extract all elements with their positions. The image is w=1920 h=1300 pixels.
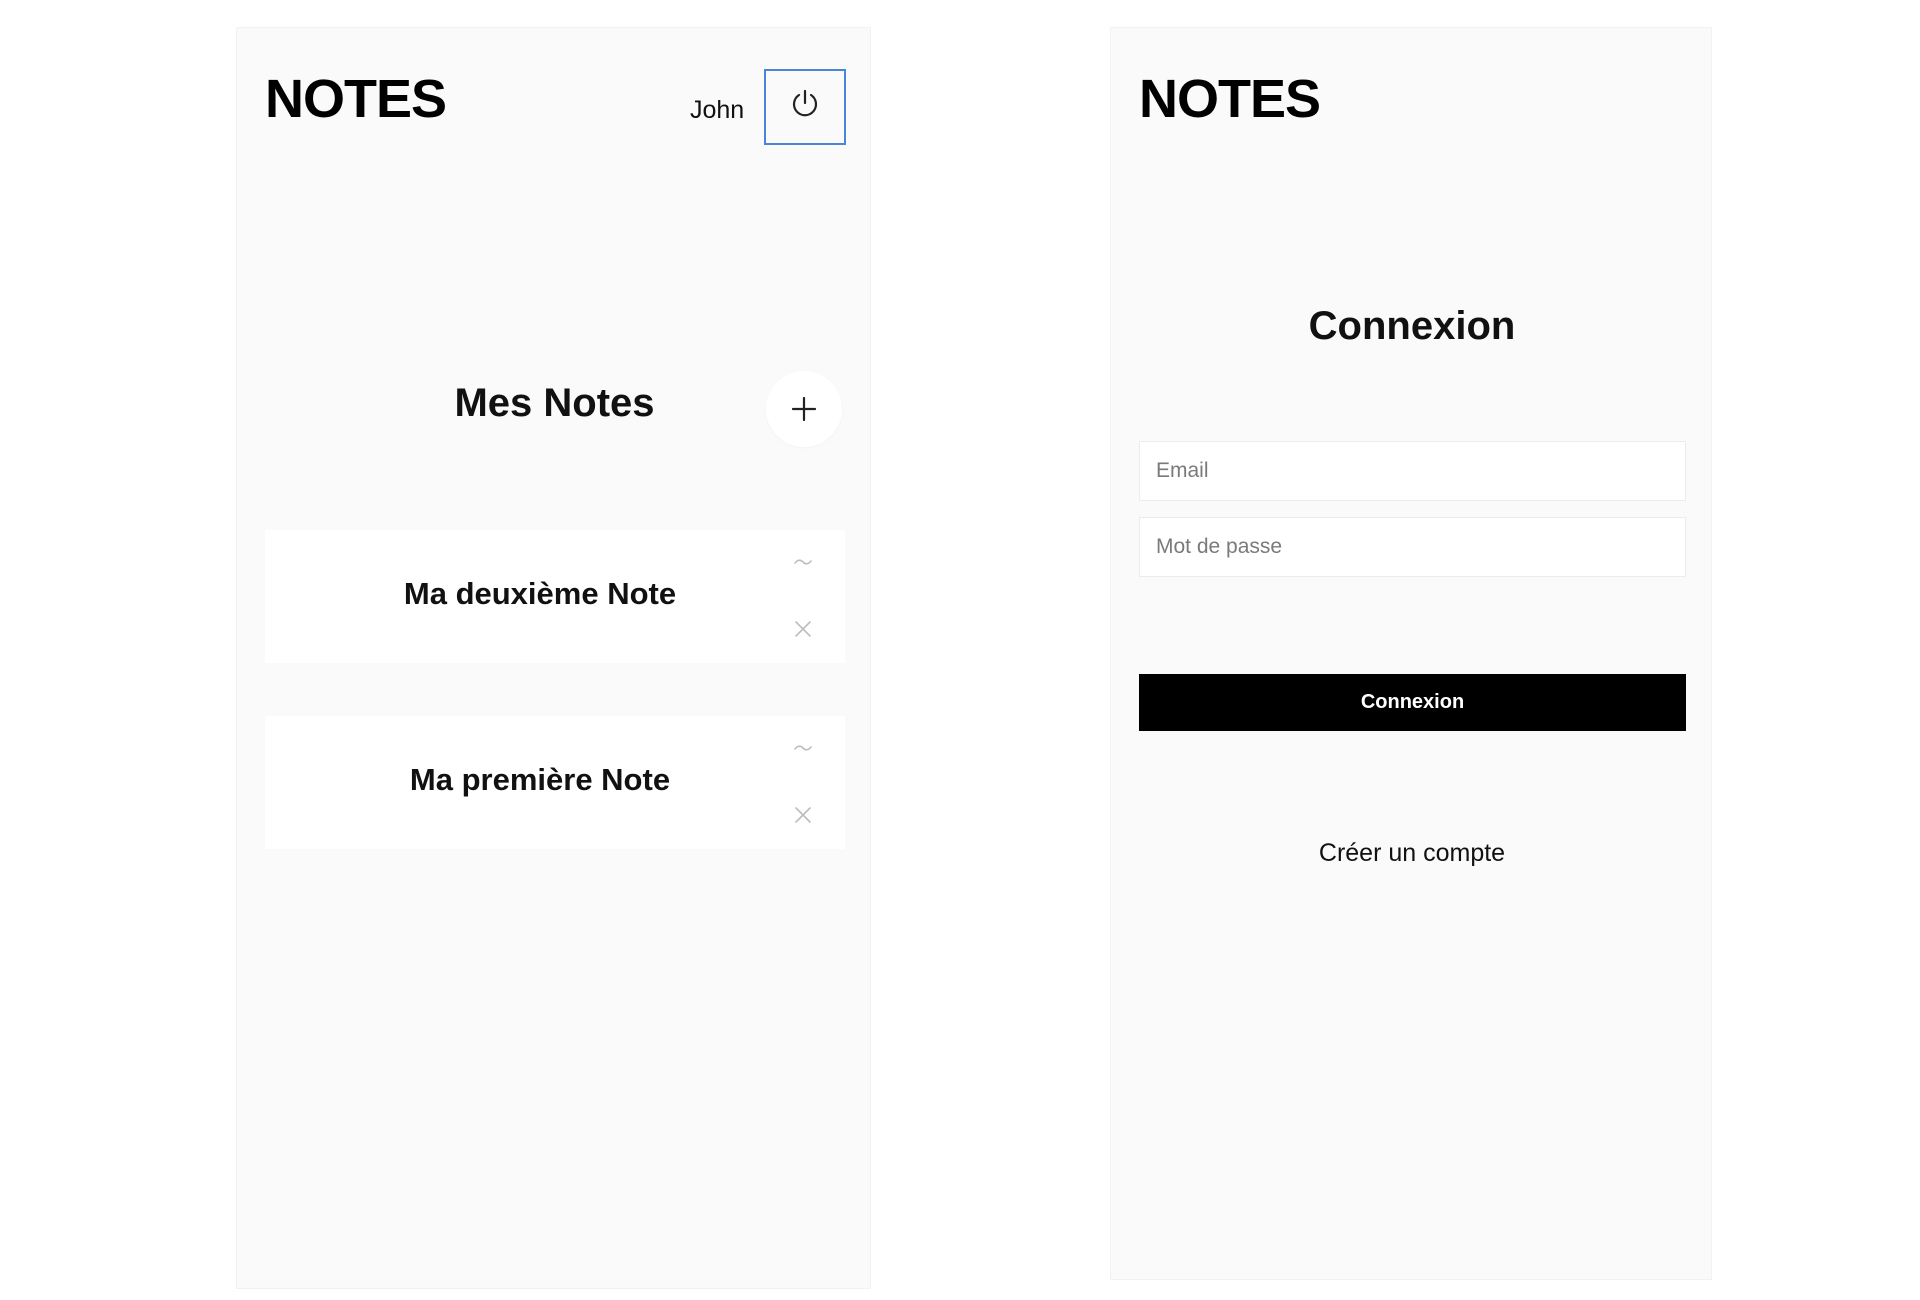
app-logo: NOTES [1139, 69, 1321, 129]
power-icon [792, 89, 818, 117]
close-icon [795, 621, 811, 637]
login-title: Connexion [1308, 304, 1516, 348]
note-title: Ma deuxième Note [403, 576, 677, 611]
note-card[interactable]: Ma première Note [265, 716, 845, 849]
logout-button[interactable] [764, 69, 846, 145]
login-screen: NOTES Connexion Connexion Créer un compt… [1110, 27, 1712, 1280]
note-title: Ma première Note [409, 762, 671, 797]
note-card[interactable]: Ma deuxième Note [265, 530, 845, 663]
plus-icon [791, 396, 817, 422]
tilde-icon [794, 745, 812, 751]
add-note-button[interactable] [766, 371, 842, 447]
delete-note-button[interactable] [793, 805, 813, 825]
create-account-link[interactable]: Créer un compte [1111, 841, 1713, 866]
tilde-icon [794, 559, 812, 565]
edit-note-button[interactable] [789, 738, 817, 758]
delete-note-button[interactable] [793, 619, 813, 639]
user-name: John [690, 96, 745, 124]
login-button[interactable]: Connexion [1139, 674, 1686, 731]
email-field[interactable] [1139, 441, 1686, 501]
password-field[interactable] [1139, 517, 1686, 577]
edit-note-button[interactable] [789, 552, 817, 572]
notes-screen: NOTES John Mes Notes Ma deuxième Note Ma… [236, 27, 871, 1289]
app-logo: NOTES [265, 69, 447, 129]
close-icon [795, 807, 811, 823]
